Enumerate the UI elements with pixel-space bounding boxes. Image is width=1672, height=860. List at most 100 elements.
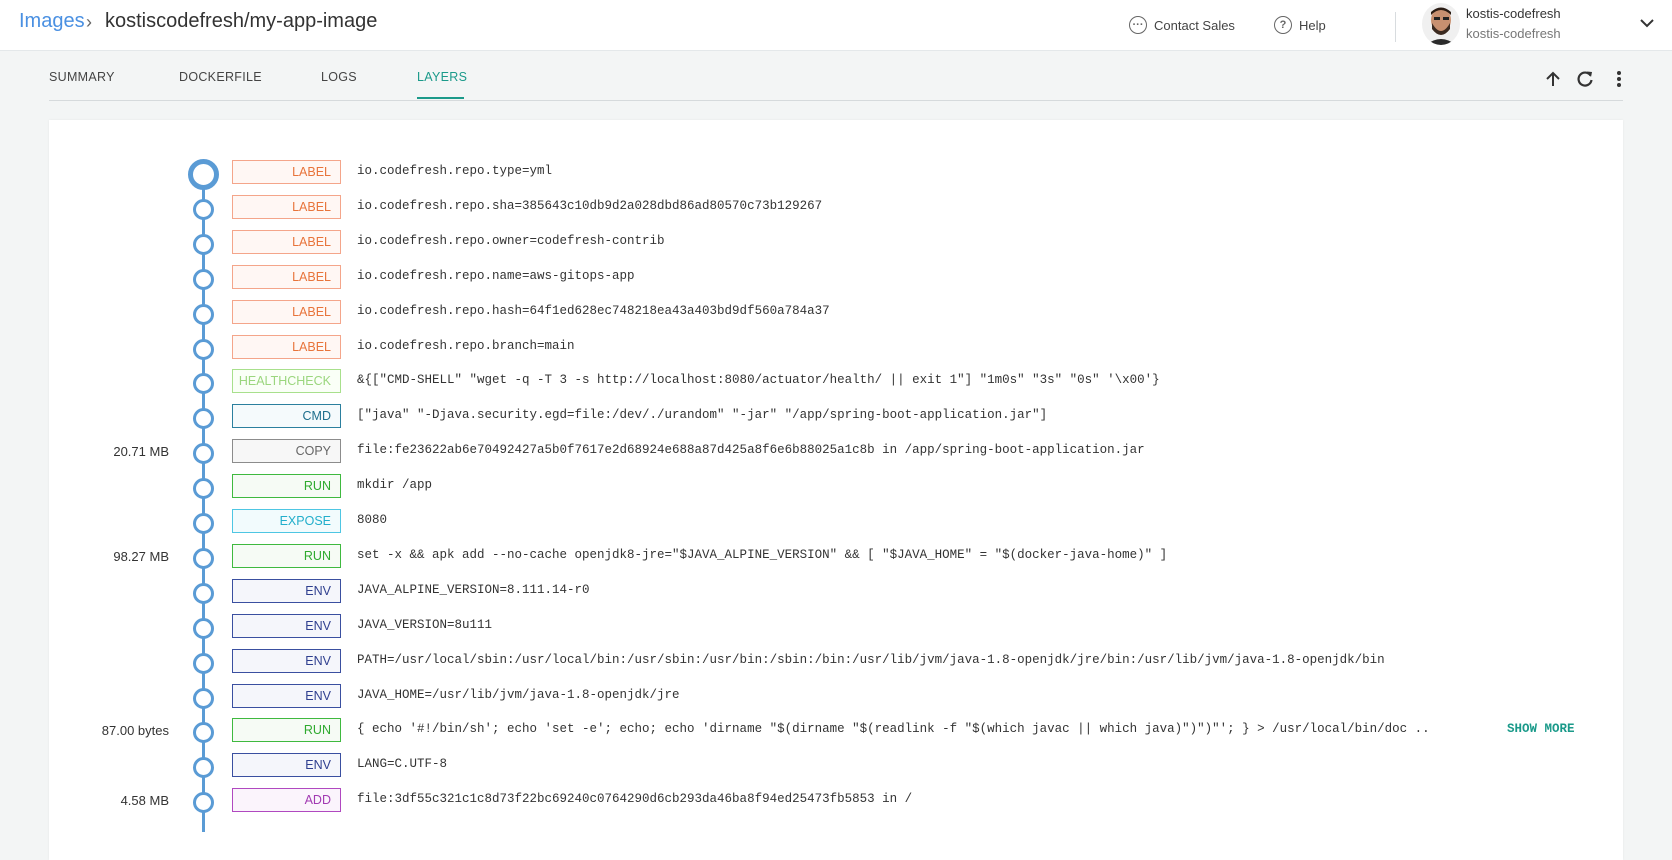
tab-dockerfile[interactable]: DOCKERFILE bbox=[179, 70, 262, 84]
timeline-node-icon bbox=[193, 268, 214, 290]
timeline-node-icon bbox=[193, 303, 214, 325]
layer-row: HEALTHCHECK &{["CMD-SHELL" "wget -q -T 3 … bbox=[0, 369, 1672, 395]
chat-bubble-icon: ··· bbox=[1129, 16, 1147, 34]
layer-command: file:fe23622ab6e70492427a5b0f7617e2d6892… bbox=[357, 443, 1145, 458]
timeline-node-icon bbox=[193, 722, 214, 744]
layer-command: JAVA_VERSION=8u111 bbox=[357, 617, 493, 632]
layer-row: 87.00 bytes RUN { echo '#!/bin/sh'; echo '… bbox=[0, 718, 1672, 744]
layer-command: io.codefresh.repo.hash=64f1ed628ec748218… bbox=[357, 303, 830, 318]
timeline-node-icon bbox=[193, 687, 214, 709]
timeline-node-icon bbox=[193, 582, 214, 604]
question-icon: ? bbox=[1274, 16, 1292, 34]
layer-row: CMD ["java" "-Djava.security.egd=file:/de… bbox=[0, 404, 1672, 430]
layer-type-badge: LABEL bbox=[232, 299, 341, 324]
layer-type-badge: ENV bbox=[232, 613, 341, 638]
layer-command: &{["CMD-SHELL" "wget -q -T 3 -s http://l… bbox=[357, 373, 1160, 388]
contact-sales-label: Contact Sales bbox=[1154, 17, 1235, 33]
timeline-node-icon bbox=[193, 792, 214, 814]
layer-type-badge: ENV bbox=[232, 683, 341, 708]
layer-type-badge: RUN bbox=[232, 474, 341, 499]
layer-type-badge: LABEL bbox=[232, 264, 341, 289]
layer-row: EXPOSE 8080 bbox=[0, 509, 1672, 535]
arrow-up-icon[interactable] bbox=[1543, 69, 1563, 89]
breadcrumb-chevron-icon: › bbox=[86, 12, 92, 32]
layer-command: { echo '#!/bin/sh'; echo 'set -e'; echo;… bbox=[357, 722, 1430, 737]
contact-sales-button[interactable]: ··· Contact Sales bbox=[1129, 13, 1235, 37]
layer-size: 98.27 MB bbox=[113, 548, 169, 564]
layer-command: io.codefresh.repo.branch=main bbox=[357, 338, 575, 353]
layer-type-badge: ENV bbox=[232, 648, 341, 673]
layer-command: set -x && apk add --no-cache openjdk8-jr… bbox=[357, 547, 1168, 562]
layer-row: ENV LANG=C.UTF-8 bbox=[0, 753, 1672, 779]
layer-row: 98.27 MB RUN set -x && apk add --no-cache … bbox=[0, 543, 1672, 570]
layer-type-badge: RUN bbox=[232, 718, 341, 743]
tab-summary[interactable]: SUMMARY bbox=[49, 70, 115, 84]
layer-command: JAVA_HOME=/usr/lib/jvm/java-1.8-openjdk/… bbox=[357, 687, 680, 702]
layer-row: 20.71 MB COPY file:fe23622ab6e70492427a5b0… bbox=[0, 439, 1672, 465]
layer-type-badge: LABEL bbox=[232, 160, 341, 184]
layer-row: ENV JAVA_VERSION=8u111 bbox=[0, 613, 1672, 640]
tab-logs[interactable]: LOGS bbox=[321, 70, 357, 84]
layer-type-badge: EXPOSE bbox=[232, 509, 341, 533]
layer-type-badge: ENV bbox=[232, 753, 341, 778]
layer-row: LABEL io.codefresh.repo.branch=main bbox=[0, 334, 1672, 361]
show-more-link[interactable]: SHOW MORE bbox=[1507, 722, 1575, 736]
layer-type-badge: ADD bbox=[232, 788, 341, 813]
layer-command: PATH=/usr/local/sbin:/usr/local/bin:/usr… bbox=[357, 652, 1385, 667]
header-divider bbox=[1395, 12, 1396, 42]
layer-command: ["java" "-Djava.security.egd=file:/dev/.… bbox=[357, 408, 1048, 423]
help-label: Help bbox=[1299, 17, 1326, 33]
layer-row: LABEL io.codefresh.repo.hash=64f1ed628ec7… bbox=[0, 299, 1672, 326]
layer-type-badge: COPY bbox=[232, 439, 341, 464]
layer-size: 4.58 MB bbox=[120, 793, 169, 809]
tab-bar: SUMMARY DOCKERFILE LOGS LAYERS bbox=[49, 58, 1623, 101]
layer-type-badge: LABEL bbox=[232, 334, 341, 359]
layer-row: ENV JAVA_HOME=/usr/lib/jvm/java-1.8-openj… bbox=[0, 683, 1672, 710]
top-header: Images › kostiscodefresh/my-app-image ··… bbox=[0, 0, 1672, 51]
layer-type-badge: LABEL bbox=[232, 229, 341, 254]
timeline-node-icon bbox=[193, 233, 214, 255]
more-vertical-icon[interactable] bbox=[1609, 69, 1629, 89]
avatar[interactable] bbox=[1422, 3, 1460, 45]
timeline-node-icon bbox=[188, 159, 219, 190]
layer-command: JAVA_ALPINE_VERSION=8.111.14-r0 bbox=[357, 582, 590, 597]
layer-command: io.codefresh.repo.owner=codefresh-contri… bbox=[357, 233, 665, 248]
layer-type-badge: LABEL bbox=[232, 194, 341, 219]
layer-command: io.codefresh.repo.name=aws-gitops-app bbox=[357, 268, 635, 283]
layer-row: ENV PATH=/usr/local/sbin:/usr/local/bin:/… bbox=[0, 648, 1672, 675]
chevron-down-icon[interactable] bbox=[1637, 13, 1657, 33]
layer-row: LABEL io.codefresh.repo.sha=385643c10db9d… bbox=[0, 194, 1672, 221]
page-title: kostiscodefresh/my-app-image bbox=[105, 10, 378, 32]
layer-row: LABEL io.codefresh.repo.type=yml bbox=[0, 159, 1672, 190]
layer-command: LANG=C.UTF-8 bbox=[357, 757, 448, 772]
timeline-node-icon bbox=[193, 757, 214, 779]
layer-row: LABEL io.codefresh.repo.name=aws-gitops-a… bbox=[0, 264, 1672, 291]
layer-type-badge: RUN bbox=[232, 543, 341, 568]
layer-command: io.codefresh.repo.type=yml bbox=[357, 164, 553, 178]
user-account: kostis-codefresh bbox=[1466, 26, 1561, 41]
timeline-node-icon bbox=[193, 373, 214, 395]
refresh-icon[interactable] bbox=[1575, 69, 1595, 89]
timeline-node-icon bbox=[193, 513, 214, 534]
timeline-node-icon bbox=[193, 443, 214, 465]
layer-type-badge: HEALTHCHECK bbox=[232, 369, 341, 394]
timeline-node-icon bbox=[193, 652, 214, 674]
layer-command: file:3df55c321c1c8d73f22bc69240c0764290d… bbox=[357, 792, 913, 807]
layer-row: 4.58 MB ADD file:3df55c321c1c8d73f22bc6924… bbox=[0, 788, 1672, 814]
timeline-node-icon bbox=[193, 478, 214, 500]
layer-type-badge: ENV bbox=[232, 578, 341, 603]
user-name: kostis-codefresh bbox=[1466, 6, 1561, 21]
layer-command: io.codefresh.repo.sha=385643c10db9d2a028… bbox=[357, 198, 823, 213]
help-button[interactable]: ? Help bbox=[1274, 13, 1326, 37]
timeline-node-icon bbox=[193, 617, 214, 639]
breadcrumb-images-link[interactable]: Images bbox=[19, 10, 85, 33]
timeline-node-icon bbox=[193, 408, 214, 430]
layer-size: 87.00 bytes bbox=[101, 723, 169, 739]
layer-row: ENV JAVA_ALPINE_VERSION=8.111.14-r0 bbox=[0, 578, 1672, 605]
tab-layers[interactable]: LAYERS bbox=[417, 70, 467, 84]
timeline-node-icon bbox=[193, 338, 214, 360]
layer-command: mkdir /app bbox=[357, 478, 433, 493]
layer-row: RUN mkdir /app bbox=[0, 474, 1672, 500]
layer-command: 8080 bbox=[357, 513, 388, 527]
layer-size: 20.71 MB bbox=[113, 444, 169, 460]
